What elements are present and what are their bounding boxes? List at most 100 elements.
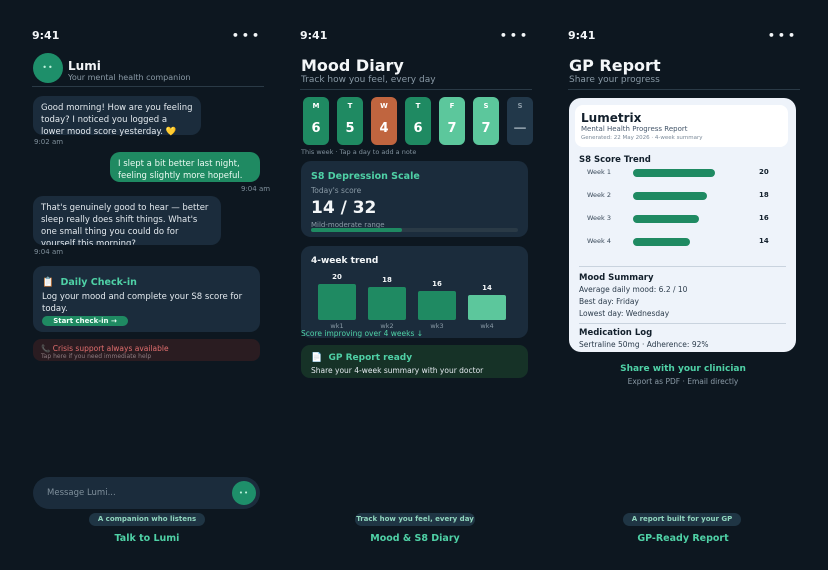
checkin-body: Log your mood and complete your S8 score… [42, 292, 243, 314]
status-time: 9:41 [300, 29, 328, 42]
week-label: Week 4 [587, 237, 612, 245]
medication-title: Medication Log [579, 328, 653, 338]
day-mood-value: 5 [345, 121, 355, 136]
mood-best-day: Best day: Friday [579, 297, 639, 306]
report-brand: Lumetrix [581, 111, 642, 125]
page-title: GP Report [569, 56, 661, 75]
send-button[interactable]: •• [232, 481, 256, 505]
trend-bar-value: 18 [382, 276, 392, 285]
day-letter: T [415, 102, 421, 110]
trend-bar [318, 283, 356, 320]
status-bar: 9:41 ••• [300, 29, 530, 43]
mood-lowest-day: Lowest day: Wednesday [579, 309, 670, 318]
message-input[interactable]: Message Lumi... •• [33, 477, 260, 509]
page-subtitle: Share your progress [569, 75, 660, 85]
trend-bar-value: 16 [432, 280, 442, 288]
start-checkin-button[interactable]: Start check-in → [42, 316, 128, 326]
week-score-value: 20 [759, 168, 769, 176]
section-divider [579, 266, 786, 267]
day-mood-tile[interactable]: W4 [371, 97, 397, 145]
daily-checkin-card[interactable]: 📋 Daily Check-in Log your mood and compl… [33, 266, 260, 332]
crisis-support-banner[interactable]: 📞 Crisis support always available Tap he… [33, 339, 260, 361]
week-mood-strip: M 6 T 5 W 4 T 6 F 7 S 7 S — [303, 97, 533, 145]
week-score-bar [633, 169, 715, 177]
trend-bar-label: wk3 [430, 322, 444, 330]
report-screen: 9:41 ••• GP Report Share your progress L… [558, 0, 808, 570]
day-mood-tile[interactable]: F7 [439, 97, 465, 145]
more-menu-icon[interactable]: ••• [500, 29, 530, 42]
report-document[interactable]: Lumetrix Mental Health Progress Report G… [569, 98, 796, 352]
crisis-title: Crisis support always available [52, 344, 169, 353]
caption-pill: A report built for your GP [623, 513, 741, 526]
trend-bar [468, 294, 506, 320]
day-letter: W [380, 102, 388, 110]
day-letter: S [517, 102, 523, 110]
message-placeholder: Message Lumi... [47, 488, 116, 498]
bot-message-bubble: That's genuinely good to hear — better s… [33, 196, 221, 245]
more-menu-icon[interactable]: ••• [232, 29, 262, 42]
day-mood-tile[interactable]: T5 [337, 97, 363, 145]
mood-summary-title: Mood Summary [579, 273, 654, 283]
s8-progress-fill [311, 228, 402, 232]
day-mood-tile[interactable]: T6 [405, 97, 431, 145]
gp-report-ready-card[interactable]: 📄 GP Report ready Share your 4-week summ… [301, 345, 528, 378]
bot-name: Lumi [68, 59, 101, 73]
clipboard-icon: 📋 [42, 277, 54, 288]
message-time: 9:02 am [34, 138, 64, 146]
s8-score: 14 / 32 [311, 198, 377, 218]
screen-caption: Talk to Lumi [114, 533, 180, 544]
s8-score-card: S8 Depression Scale Today's score 14 / 3… [301, 161, 528, 237]
bot-subtitle: Your mental health companion [68, 73, 191, 82]
page-subtitle: Track how you feel, every day [301, 75, 436, 85]
s8-title: S8 Depression Scale [311, 171, 420, 182]
day-letter: T [347, 102, 353, 110]
day-mood-tile[interactable]: S7 [473, 97, 499, 145]
more-menu-icon[interactable]: ••• [768, 29, 798, 42]
checkin-title: 📋 Daily Check-in [42, 277, 137, 288]
gp-ready-title: GP Report ready [328, 353, 413, 363]
day-letter: M [312, 102, 320, 110]
message-time: 9:04 am [241, 185, 271, 193]
trend-bar-label: wk4 [480, 322, 494, 330]
s8-trend-title: S8 Score Trend [579, 155, 651, 165]
screen-caption: GP-Ready Report [637, 533, 729, 544]
day-mood-tile[interactable]: S — [507, 97, 533, 145]
mood-average: Average daily mood: 6.2 / 10 [579, 285, 688, 294]
status-bar: 9:41 ••• [568, 29, 798, 43]
section-divider [579, 323, 786, 324]
week-label: Week 1 [587, 168, 612, 176]
user-message-bubble: I slept a bit better last night, feeling… [110, 152, 260, 182]
day-mood-value: — [513, 121, 527, 136]
week-label: Week 2 [587, 191, 612, 199]
screen-caption: Mood & S8 Diary [370, 533, 460, 544]
gp-ready-subtitle: Share your 4-week summary with your doct… [311, 366, 484, 375]
trend-bar [418, 291, 456, 320]
week-score-bar [633, 238, 691, 246]
day-mood-value: 6 [413, 121, 423, 136]
phone-icon: 📞 [41, 344, 51, 353]
lumi-avatar: •• [33, 53, 63, 83]
week-score-bar [633, 192, 707, 200]
week-score-value: 14 [759, 237, 769, 245]
header-divider [32, 86, 264, 87]
s8-progress-track [311, 228, 518, 232]
trend-note: Score improving over 4 weeks ↓ [301, 329, 424, 338]
caption-pill: A companion who listens [89, 513, 205, 526]
caption-pill: Track how you feel, every day [355, 513, 475, 526]
report-title: Mental Health Progress Report [581, 125, 688, 133]
header-divider [300, 89, 532, 90]
bot-message-bubble: Good morning! How are you feeling today?… [33, 96, 201, 137]
week-score-value: 16 [759, 214, 769, 222]
message-time: 9:04 am [34, 248, 64, 256]
header-divider [568, 89, 800, 90]
medication-line: Sertraline 50mg · Adherence: 92% [579, 340, 709, 349]
share-options: Export as PDF · Email directly [627, 377, 739, 386]
trend-bar [368, 287, 406, 320]
report-generated: Generated: 22 May 2026 · 4-week summary [581, 135, 703, 141]
day-mood-tile[interactable]: M6 [303, 97, 329, 145]
day-mood-value: 7 [447, 121, 457, 136]
status-bar: 9:41 ••• [32, 29, 262, 43]
diary-screen: 9:41 ••• Mood Diary Track how you feel, … [290, 0, 540, 570]
share-clinician-button[interactable]: Share with your clinician [558, 364, 808, 374]
page-title: Mood Diary [301, 56, 404, 75]
